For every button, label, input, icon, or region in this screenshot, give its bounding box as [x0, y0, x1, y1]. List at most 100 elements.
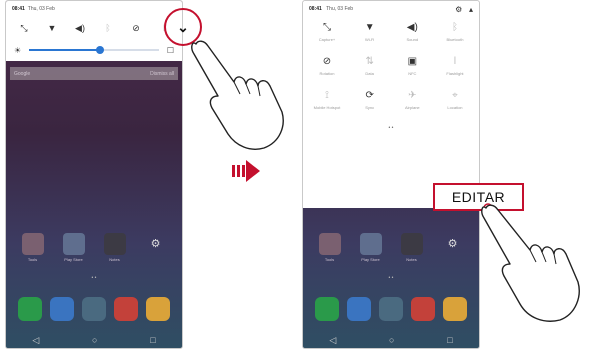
tile-capture[interactable]: ⤡ Capture+ — [309, 21, 345, 47]
location-icon: ⌖ — [452, 90, 458, 101]
pointing-hand-icon — [481, 203, 580, 322]
tile-label: Capture+ — [318, 37, 336, 42]
settings-icon[interactable]: ⚙ — [442, 233, 464, 255]
brightness-icon: ☀ — [14, 45, 22, 55]
app-icon-tools[interactable]: Tools — [21, 233, 44, 262]
phone-app-icon[interactable] — [315, 297, 339, 321]
tile-sound[interactable]: ◀) Sound — [394, 21, 430, 47]
home-button[interactable]: ○ — [92, 335, 97, 345]
app-label: Notes — [406, 257, 417, 262]
camera-app-icon[interactable] — [82, 297, 106, 321]
tile-label: Location — [447, 105, 463, 110]
dock — [6, 297, 182, 321]
messages-app-icon[interactable] — [347, 297, 371, 321]
tile-label: Wi-Fi — [364, 37, 375, 42]
app-label: Play Store — [361, 257, 380, 262]
gallery-app-icon[interactable] — [411, 297, 435, 321]
app-icon-play-store[interactable]: Play Store — [62, 233, 85, 262]
app-icon-tools[interactable]: Tools — [318, 233, 341, 262]
tile-label: Sync — [365, 105, 375, 110]
nav-bar: ◁ ○ □ — [303, 332, 479, 348]
brightness-slider[interactable] — [29, 46, 159, 54]
tile-nfc[interactable]: ▣ NFC — [394, 55, 430, 81]
phone-screen-before: 08:41 Thu, 03 Feb ⤡ ▼ ◀) ᛒ ⊘ ǀ ☀ ☐ Googl… — [5, 0, 183, 349]
wifi-icon[interactable]: ▼ — [44, 23, 60, 33]
status-time: 08:41 — [309, 6, 322, 12]
flashlight-icon: ǀ — [453, 56, 457, 67]
qs-page-indicator: • • — [388, 125, 394, 131]
settings-icon[interactable]: ⚙ — [145, 233, 167, 255]
dock — [303, 297, 479, 321]
chevron-up-icon[interactable]: ▴ — [469, 5, 473, 14]
phone-app-icon[interactable] — [18, 297, 42, 321]
messages-app-icon[interactable] — [50, 297, 74, 321]
tile-label: Flashlight — [446, 71, 464, 76]
tile-location[interactable]: ⌖ Location — [437, 89, 473, 115]
sync-icon: ⟳ — [365, 90, 374, 101]
status-bar: 08:41 Thu, 03 Feb — [6, 1, 182, 17]
bluetooth-icon[interactable]: ᛒ — [100, 23, 116, 33]
chrome-app-icon[interactable] — [146, 297, 170, 321]
tile-data[interactable]: ⇅ Data — [352, 55, 388, 81]
tile-flashlight[interactable]: ǀ Flashlight — [437, 55, 473, 81]
notification-title: Google — [14, 70, 31, 77]
home-app-row: Tools Play Store Notes ⚙ — [6, 233, 182, 262]
chevron-down-icon: ⌄ — [177, 18, 189, 35]
tile-label: Sound — [406, 37, 419, 42]
camera-app-icon[interactable] — [379, 297, 403, 321]
quick-settings-expanded: 08:41 Thu, 03 Feb ⚙ ▴ ⤡ Capture+ ▼ Wi-Fi ◀… — [303, 1, 479, 208]
wifi-icon: ▼ — [364, 22, 375, 33]
status-date: Thu, 03 Feb — [326, 6, 354, 12]
status-bar: 08:41 Thu, 03 Feb ⚙ ▴ — [303, 1, 479, 17]
notification-dismiss[interactable]: Dismiss all — [150, 71, 174, 77]
status-date: Thu, 03 Feb — [27, 6, 55, 12]
data-icon: ⇅ — [365, 56, 374, 67]
home-button[interactable]: ○ — [389, 335, 394, 345]
quick-settings-collapsed: ⤡ ▼ ◀) ᛒ ⊘ ǀ ☀ ☐ — [6, 17, 182, 61]
brightness-knob[interactable] — [96, 46, 105, 54]
quick-settings-grid: ⤡ Capture+ ▼ Wi-Fi ◀) Sound ᛒ Bluetooth ⊘ Rot… — [303, 17, 479, 115]
gallery-app-icon[interactable] — [114, 297, 138, 321]
tile-rotation[interactable]: ⊘ Rotation — [309, 55, 345, 81]
app-label: Tools — [324, 257, 335, 262]
transition-arrow-icon — [232, 160, 260, 182]
rotation-icon: ⊘ — [322, 56, 332, 67]
tile-label: NFC — [408, 71, 417, 76]
recents-button[interactable]: □ — [150, 335, 155, 345]
pointing-hand-icon — [191, 40, 284, 150]
recents-button[interactable]: □ — [447, 335, 452, 345]
tile-bluetooth[interactable]: ᛒ Bluetooth — [437, 21, 473, 47]
brightness-fill — [29, 49, 101, 51]
page-indicator: • • — [91, 275, 97, 281]
auto-brightness-icon[interactable]: ☐ — [167, 46, 174, 55]
nfc-icon[interactable]: ⤡ — [16, 23, 32, 34]
app-icon-play-store[interactable]: Play Store — [359, 233, 382, 262]
notification-card[interactable]: Google Dismiss all — [10, 67, 178, 80]
home-app-row: Tools Play Store Notes ⚙ — [303, 233, 479, 262]
tile-label: Mobile Hotspot — [313, 105, 341, 110]
app-label: Play Store — [64, 257, 83, 262]
bluetooth-icon: ᛒ — [451, 22, 458, 33]
chrome-app-icon[interactable] — [443, 297, 467, 321]
phone-screen-after: 08:41 Thu, 03 Feb ⚙ ▴ ⤡ Capture+ ▼ Wi-Fi ◀… — [302, 0, 480, 349]
tile-hotspot[interactable]: ⟟ Mobile Hotspot — [309, 89, 345, 115]
gear-icon[interactable]: ⚙ — [455, 5, 462, 14]
airplane-icon: ✈ — [408, 90, 417, 101]
tile-label: Rotation — [319, 71, 335, 76]
nav-bar: ◁ ○ □ — [6, 332, 182, 348]
app-label: Tools — [27, 257, 38, 262]
app-icon-notes[interactable]: Notes — [103, 233, 126, 262]
rotation-icon[interactable]: ⊘ — [128, 23, 144, 34]
back-button[interactable]: ◁ — [32, 335, 39, 346]
tile-airplane[interactable]: ✈ Airplane — [394, 89, 430, 115]
hotspot-icon: ⟟ — [325, 90, 329, 101]
tile-wifi[interactable]: ▼ Wi-Fi — [352, 21, 388, 47]
sound-icon[interactable]: ◀) — [72, 23, 88, 34]
nfc-icon: ⤡ — [323, 22, 331, 33]
tile-label: Airplane — [404, 105, 420, 110]
tile-sync[interactable]: ⟳ Sync — [352, 89, 388, 115]
app-icon-notes[interactable]: Notes — [400, 233, 423, 262]
sound-icon: ◀) — [406, 22, 418, 33]
back-button[interactable]: ◁ — [329, 335, 336, 346]
tile-label: Bluetooth — [446, 37, 464, 42]
